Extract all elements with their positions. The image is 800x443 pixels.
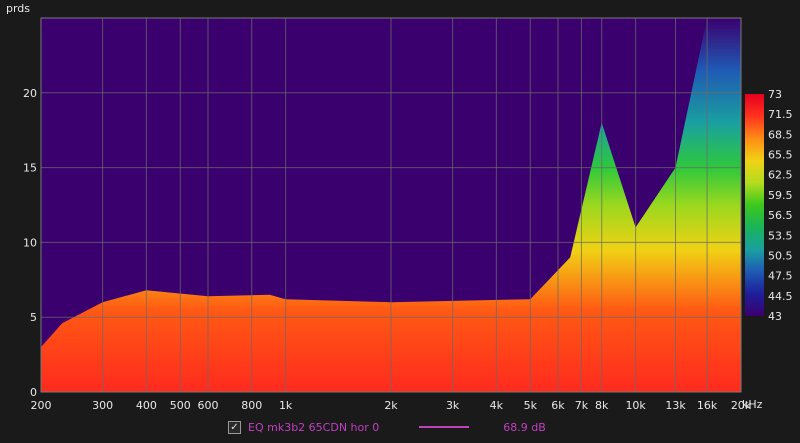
legend: ✓ EQ mk3b2 65CDN hor 0 68.9 dB bbox=[228, 418, 546, 436]
x-axis-unit: kHz bbox=[742, 398, 763, 411]
waterfall-chart: 200 300 400 500 600 800 1k 2k 3k 4k 5k 6k 7k 8k 10k 13k… bbox=[6, 2, 793, 412]
x-tick-label: 8k bbox=[595, 399, 609, 412]
x-tick-label: 300 bbox=[92, 399, 113, 412]
x-axis-ticks: 200 300 400 500 600 800 1k 2k 3k 4k 5k 6k 7k 8k 10k 13k… bbox=[31, 399, 752, 412]
colorbar-tick-label: 65.5 bbox=[768, 149, 793, 162]
y-tick-label: 0 bbox=[30, 386, 37, 399]
y-tick-label: 5 bbox=[30, 311, 37, 324]
y-axis-label: prds bbox=[6, 2, 30, 15]
grid-lines bbox=[40, 17, 742, 393]
x-tick-label: 16k bbox=[697, 399, 718, 412]
x-tick-label: 6k bbox=[551, 399, 565, 412]
colorbar-tick-label: 71.5 bbox=[768, 108, 793, 121]
colorbar-tick-label: 59.5 bbox=[768, 189, 793, 202]
colorbar-tick-label: 73 bbox=[768, 88, 782, 101]
x-tick-label: 200 bbox=[31, 399, 52, 412]
x-tick-label: 4k bbox=[490, 399, 504, 412]
y-axis-ticks: 0 5 10 15 20 bbox=[23, 87, 37, 399]
colorbar-tick-label: 56.5 bbox=[768, 209, 793, 222]
y-tick-label: 20 bbox=[23, 87, 37, 100]
colorbar-ticks: 73 71.5 68.5 65.5 62.5 59.5 56.5 53.5 50.5 47.5 44… bbox=[768, 88, 793, 323]
y-tick-label: 15 bbox=[23, 162, 37, 175]
x-tick-label: 7k bbox=[575, 399, 589, 412]
x-tick-label: 10k bbox=[625, 399, 646, 412]
colorbar-tick-label: 62.5 bbox=[768, 169, 793, 182]
y-tick-label: 10 bbox=[23, 236, 37, 249]
x-tick-label: 600 bbox=[197, 399, 218, 412]
series-line-swatch bbox=[419, 426, 470, 428]
colorbar-tick-label: 50.5 bbox=[768, 249, 793, 262]
colorbar-tick-label: 68.5 bbox=[768, 128, 793, 141]
x-tick-label: 1k bbox=[279, 399, 293, 412]
colorbar-tick-label: 44.5 bbox=[768, 290, 793, 303]
x-tick-label: 13k bbox=[665, 399, 686, 412]
x-tick-label: 500 bbox=[170, 399, 191, 412]
x-tick-label: 2k bbox=[384, 399, 398, 412]
colorbar-tick-label: 47.5 bbox=[768, 270, 793, 283]
x-tick-label: 3k bbox=[446, 399, 460, 412]
series-value: 68.9 dB bbox=[503, 420, 546, 434]
colorbar-tick-label: 43 bbox=[768, 310, 782, 323]
x-tick-label: 800 bbox=[241, 399, 262, 412]
x-tick-label: 400 bbox=[136, 399, 157, 412]
series-name: EQ mk3b2 65CDN hor 0 bbox=[248, 420, 380, 434]
colorbar bbox=[745, 94, 764, 316]
x-tick-label: 5k bbox=[524, 399, 538, 412]
series-checkbox[interactable]: ✓ bbox=[228, 420, 241, 434]
colorbar-tick-label: 53.5 bbox=[768, 229, 793, 242]
